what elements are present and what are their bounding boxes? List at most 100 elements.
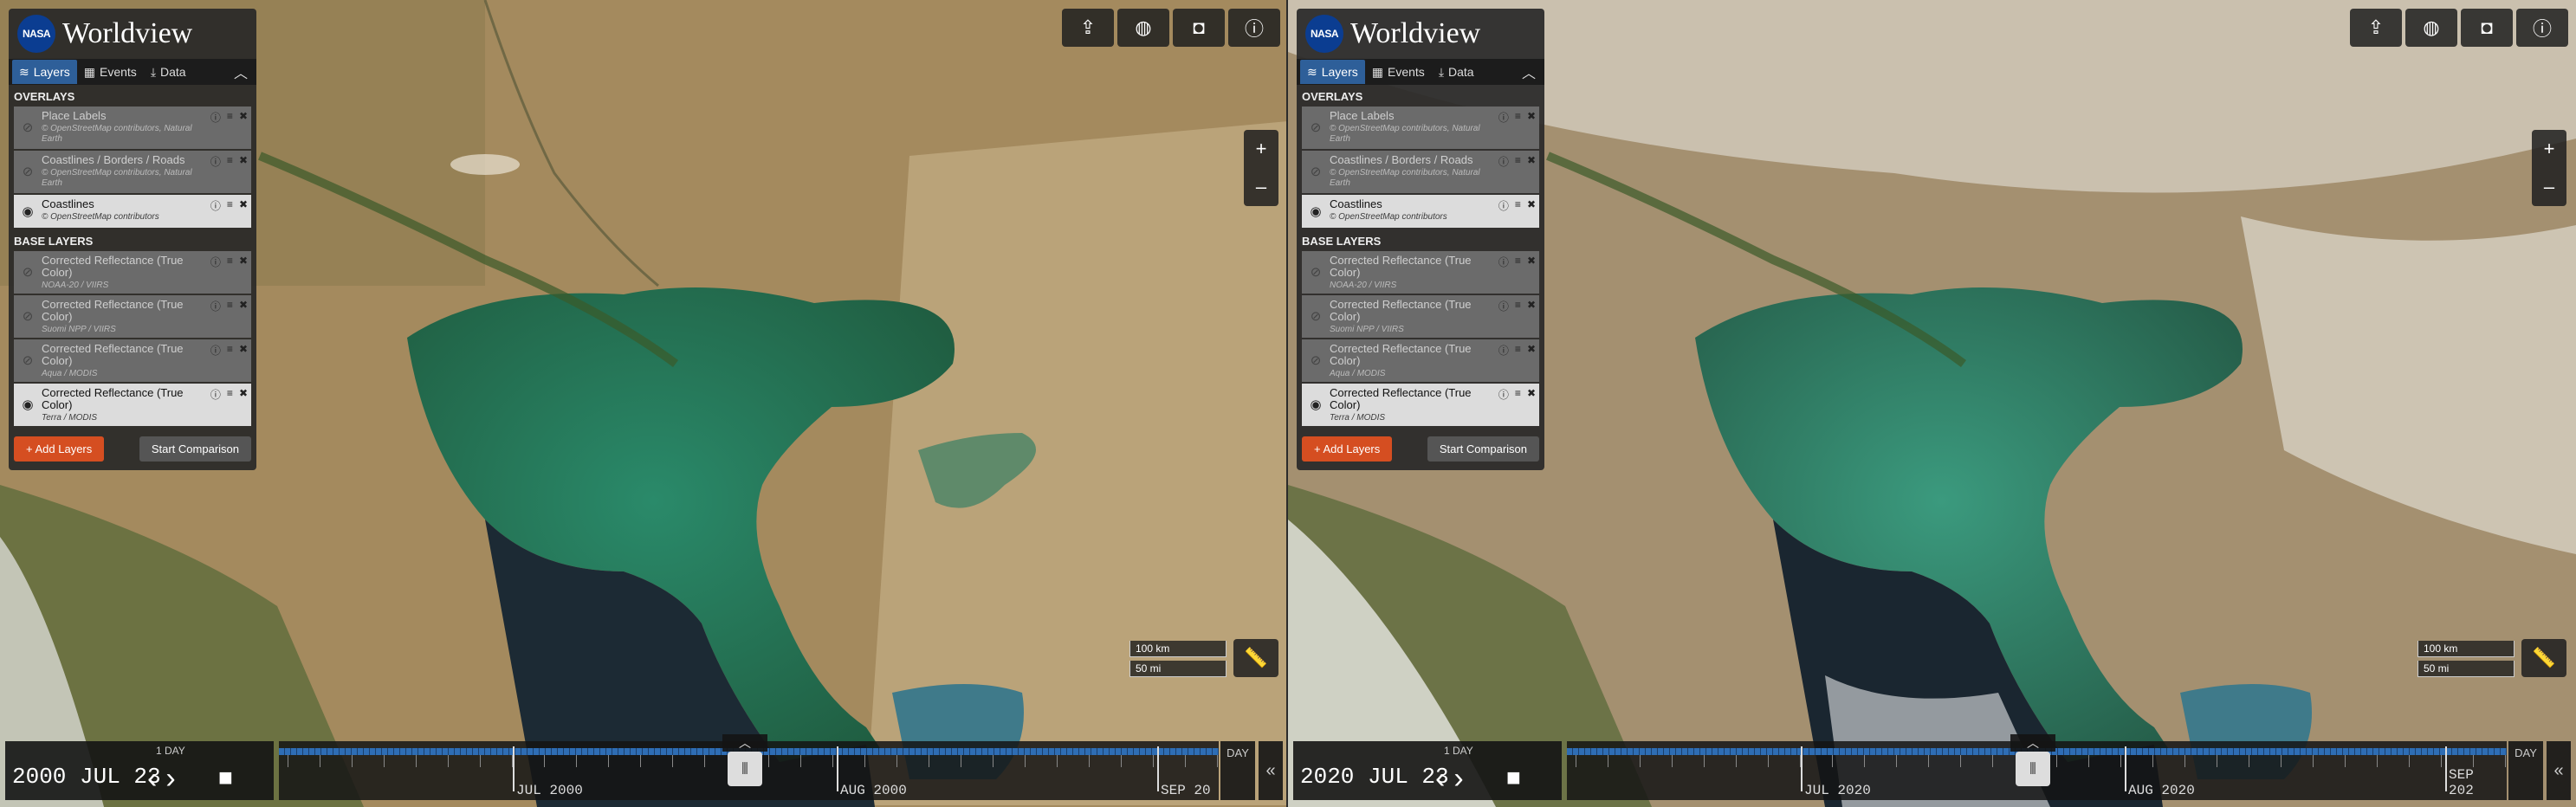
- tab-layers[interactable]: ≋ Layers: [12, 60, 77, 84]
- layer-item[interactable]: ⊘ Corrected Reflectance (True Color) Suom…: [1302, 295, 1539, 338]
- timeline-zoom-level[interactable]: DAY: [1220, 741, 1255, 800]
- info-icon[interactable]: ⓘ: [210, 343, 221, 358]
- close-icon[interactable]: ✖: [1527, 255, 1536, 269]
- date-arrows[interactable]: ‹›: [147, 762, 184, 796]
- video-camera-icon[interactable]: ■: [1506, 764, 1521, 791]
- date-display[interactable]: 2020 JUL 23: [1300, 764, 1449, 790]
- chevron-up-icon[interactable]: ︿: [722, 734, 767, 752]
- projection-icon[interactable]: ◍: [2405, 9, 2457, 47]
- menu-icon[interactable]: ≡: [227, 255, 233, 269]
- eye-slash-icon[interactable]: ⊘: [1307, 119, 1324, 136]
- layer-item[interactable]: ⊘ Coastlines / Borders / Roads © OpenStre…: [14, 151, 251, 193]
- info-icon[interactable]: ⓘ: [210, 154, 221, 169]
- eye-slash-icon[interactable]: ⊘: [19, 352, 36, 369]
- eye-slash-icon[interactable]: ⊘: [1307, 163, 1324, 180]
- tab-layers[interactable]: ≋ Layers: [1300, 60, 1365, 84]
- eye-slash-icon[interactable]: ⊘: [19, 163, 36, 180]
- close-icon[interactable]: ✖: [239, 299, 248, 313]
- menu-icon[interactable]: ≡: [227, 299, 233, 313]
- chevron-up-icon[interactable]: ︿: [2010, 734, 2055, 752]
- close-icon[interactable]: ✖: [239, 110, 248, 125]
- info-icon[interactable]: ⓘ: [1228, 9, 1280, 47]
- chevron-right-icon[interactable]: ›: [165, 762, 184, 795]
- close-icon[interactable]: ✖: [239, 255, 248, 269]
- tab-data[interactable]: ⤓ Data: [144, 60, 193, 84]
- info-icon[interactable]: ⓘ: [210, 255, 221, 269]
- add-layers-button[interactable]: + Add Layers: [14, 436, 105, 462]
- close-icon[interactable]: ✖: [239, 198, 248, 213]
- layer-item[interactable]: ◉ Coastlines © OpenStreetMap contributors…: [1302, 195, 1539, 228]
- layer-item[interactable]: ◉ Coastlines © OpenStreetMap contributors…: [14, 195, 251, 228]
- eye-icon[interactable]: ◉: [1307, 396, 1324, 413]
- eye-icon[interactable]: ◉: [19, 396, 36, 413]
- video-camera-icon[interactable]: ■: [218, 764, 233, 791]
- menu-icon[interactable]: ≡: [1515, 343, 1521, 358]
- date-arrows[interactable]: ‹›: [1435, 762, 1472, 796]
- layer-item[interactable]: ⊘ Place Labels © OpenStreetMap contributo…: [1302, 107, 1539, 149]
- timeline-handle[interactable]: ︿ ⦀: [722, 734, 767, 786]
- menu-icon[interactable]: ≡: [1515, 154, 1521, 169]
- eye-icon[interactable]: ◉: [19, 203, 36, 220]
- zoom-in-button[interactable]: +: [1244, 130, 1278, 168]
- menu-icon[interactable]: ≡: [1515, 110, 1521, 125]
- info-icon[interactable]: ⓘ: [210, 387, 221, 402]
- close-icon[interactable]: ✖: [1527, 387, 1536, 402]
- info-icon[interactable]: ⓘ: [1498, 343, 1509, 358]
- info-icon[interactable]: ⓘ: [210, 198, 221, 213]
- layer-item[interactable]: ◉ Corrected Reflectance (True Color) Terr…: [14, 384, 251, 426]
- menu-icon[interactable]: ≡: [227, 343, 233, 358]
- eye-slash-icon[interactable]: ⊘: [19, 307, 36, 325]
- menu-icon[interactable]: ≡: [1515, 387, 1521, 402]
- layer-item[interactable]: ⊘ Place Labels © OpenStreetMap contributo…: [14, 107, 251, 149]
- chevron-up-icon[interactable]: ︿: [234, 61, 248, 82]
- zoom-out-button[interactable]: –: [2532, 168, 2566, 206]
- info-icon[interactable]: ⓘ: [1498, 154, 1509, 169]
- layer-item[interactable]: ⊘ Corrected Reflectance (True Color) Aqua…: [14, 339, 251, 382]
- menu-icon[interactable]: ≡: [227, 154, 233, 169]
- info-icon[interactable]: ⓘ: [1498, 299, 1509, 313]
- brand-header[interactable]: NASA Worldview: [1297, 9, 1544, 59]
- menu-icon[interactable]: ≡: [227, 387, 233, 402]
- chevron-right-icon[interactable]: ›: [1453, 762, 1472, 795]
- tab-events[interactable]: ▦ Events: [77, 60, 144, 84]
- menu-icon[interactable]: ≡: [1515, 299, 1521, 313]
- layer-item[interactable]: ⊘ Corrected Reflectance (True Color) NOAA…: [14, 251, 251, 294]
- eye-slash-icon[interactable]: ⊘: [19, 119, 36, 136]
- menu-icon[interactable]: ≡: [1515, 255, 1521, 269]
- info-icon[interactable]: ⓘ: [1498, 110, 1509, 125]
- zoom-out-button[interactable]: –: [1244, 168, 1278, 206]
- close-icon[interactable]: ✖: [1527, 299, 1536, 313]
- info-icon[interactable]: ⓘ: [210, 299, 221, 313]
- layer-item[interactable]: ◉ Corrected Reflectance (True Color) Terr…: [1302, 384, 1539, 426]
- zoom-in-button[interactable]: +: [2532, 130, 2566, 168]
- brand-header[interactable]: NASA Worldview: [9, 9, 256, 59]
- close-icon[interactable]: ✖: [239, 387, 248, 402]
- close-icon[interactable]: ✖: [239, 154, 248, 169]
- info-icon[interactable]: ⓘ: [210, 110, 221, 125]
- close-icon[interactable]: ✖: [1527, 343, 1536, 358]
- info-icon[interactable]: ⓘ: [1498, 387, 1509, 402]
- timeline-zoom-level[interactable]: DAY: [2508, 741, 2543, 800]
- start-comparison-button[interactable]: Start Comparison: [139, 436, 251, 462]
- share-icon[interactable]: ⇪: [2350, 9, 2402, 47]
- step-size[interactable]: 1 DAY: [156, 745, 185, 757]
- info-icon[interactable]: ⓘ: [2516, 9, 2568, 47]
- ruler-icon[interactable]: 📏: [1233, 639, 1278, 677]
- eye-icon[interactable]: ◉: [1307, 203, 1324, 220]
- menu-icon[interactable]: ≡: [227, 110, 233, 125]
- timeline-track[interactable]: JUL 2000 AUG 2000 SEP 20 ︿ ⦀: [279, 734, 1219, 800]
- eye-slash-icon[interactable]: ⊘: [1307, 307, 1324, 325]
- chevron-left-double-icon[interactable]: «: [1259, 741, 1283, 800]
- info-icon[interactable]: ⓘ: [1498, 198, 1509, 213]
- chevron-up-icon[interactable]: ︿: [1522, 61, 1536, 82]
- info-icon[interactable]: ⓘ: [1498, 255, 1509, 269]
- eye-slash-icon[interactable]: ⊘: [19, 263, 36, 281]
- share-icon[interactable]: ⇪: [1062, 9, 1114, 47]
- menu-icon[interactable]: ≡: [227, 198, 233, 213]
- chevron-left-icon[interactable]: ‹: [147, 762, 165, 795]
- camera-icon[interactable]: ◘: [1173, 9, 1225, 47]
- tab-events[interactable]: ▦ Events: [1365, 60, 1432, 84]
- eye-slash-icon[interactable]: ⊘: [1307, 263, 1324, 281]
- close-icon[interactable]: ✖: [1527, 154, 1536, 169]
- timeline-handle[interactable]: ︿ ⦀: [2010, 734, 2055, 786]
